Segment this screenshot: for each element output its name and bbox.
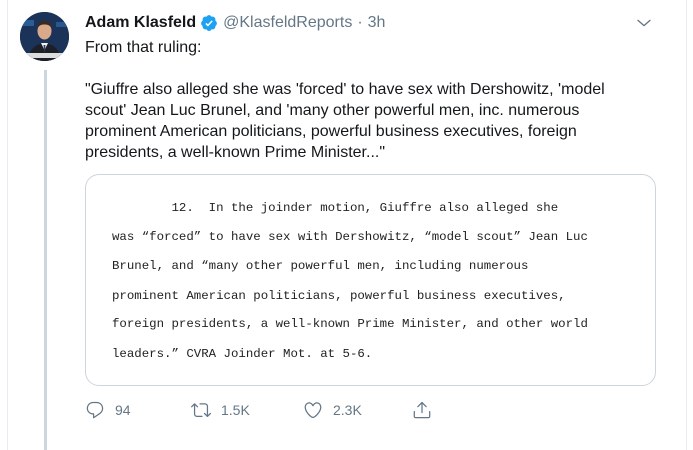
- avatar-portrait: [20, 12, 69, 61]
- document-line: foreign presidents, a well-known Prime M…: [112, 317, 588, 331]
- quote-line: scout' Jean Luc Brunel, and 'many other …: [85, 102, 580, 119]
- retweet-button[interactable]: 1.5K: [191, 398, 250, 422]
- document-line: was “forced” to have sex with Dershowitz…: [112, 230, 588, 244]
- tweet-header: Adam Klasfeld @KlasfeldReports · 3h: [85, 12, 385, 34]
- reply-button[interactable]: 94: [85, 398, 131, 422]
- document-line: leaders.” CVRA Joinder Mot. at 5-6.: [112, 347, 373, 361]
- chevron-down-icon[interactable]: [635, 14, 653, 32]
- quote-line: presidents, a well-known Prime Minister.…: [85, 144, 386, 161]
- author-handle[interactable]: @KlasfeldReports: [223, 14, 352, 32]
- retweet-icon: [191, 403, 211, 418]
- author-name[interactable]: Adam Klasfeld: [85, 14, 196, 32]
- tweet-quote-text: "Giuffre also alleged she was 'forced' t…: [85, 79, 660, 163]
- column-border-right: [686, 0, 687, 450]
- thread-line: [44, 70, 47, 450]
- tweet-intro-text: From that ruling:: [85, 39, 202, 56]
- reply-count: 94: [115, 402, 131, 418]
- verified-badge-icon: [201, 15, 218, 31]
- like-button[interactable]: 2.3K: [303, 398, 362, 422]
- quote-line: prominent American politicians, powerful…: [85, 123, 577, 140]
- document-line: prominent American politicians, powerful…: [112, 289, 566, 303]
- heart-icon: [304, 402, 322, 419]
- separator-dot: ·: [357, 14, 363, 31]
- avatar[interactable]: [20, 12, 69, 61]
- document-line: Brunel, and “many other powerful men, in…: [112, 259, 529, 273]
- share-button[interactable]: [412, 398, 432, 422]
- column-border-left: [7, 0, 8, 450]
- document-image[interactable]: 12. In the joinder motion, Giuffre also …: [85, 174, 656, 386]
- quote-line: "Giuffre also alleged she was 'forced' t…: [85, 81, 605, 98]
- reply-icon: [86, 401, 104, 419]
- timestamp[interactable]: 3h: [368, 14, 386, 32]
- document-line: 12. In the joinder motion, Giuffre also …: [112, 201, 559, 215]
- retweet-count: 1.5K: [221, 402, 250, 418]
- tweet[interactable]: Adam Klasfeld @KlasfeldReports · 3h From…: [0, 0, 693, 450]
- tweet-actions: 94 1.5K 2.3K: [85, 398, 525, 422]
- share-icon: [413, 401, 431, 419]
- like-count: 2.3K: [333, 402, 362, 418]
